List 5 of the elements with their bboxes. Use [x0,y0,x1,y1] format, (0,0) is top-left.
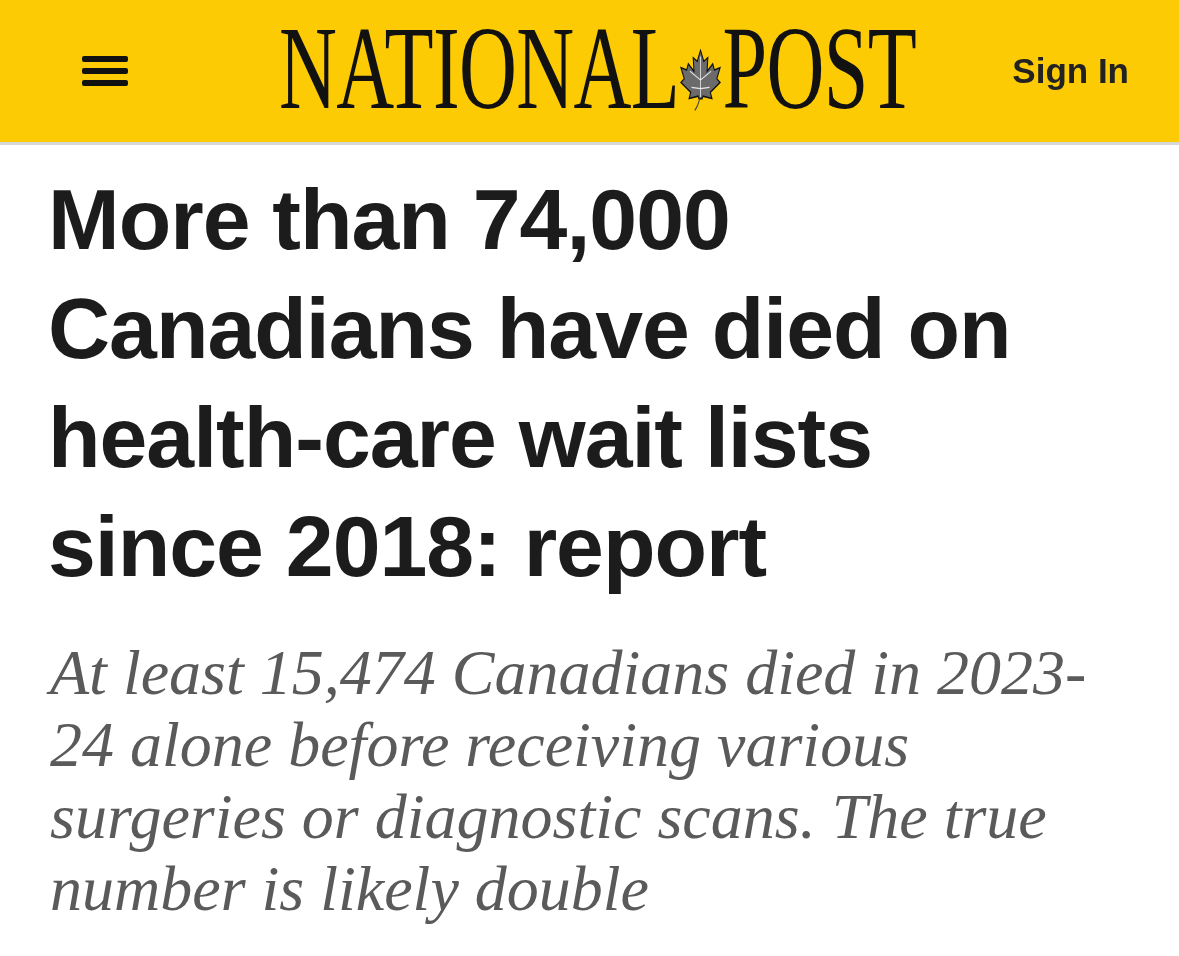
article-headline: More than 74,000 Canadians have died on health-care wait lists since 2018: report [48,170,1012,596]
logo-wordmark[interactable]: POST [722,10,917,128]
menu-icon[interactable] [82,56,128,86]
sign-in-link[interactable]: Sign In [1012,44,1129,98]
logo-wordmark[interactable]: NATIONAL [278,10,680,128]
